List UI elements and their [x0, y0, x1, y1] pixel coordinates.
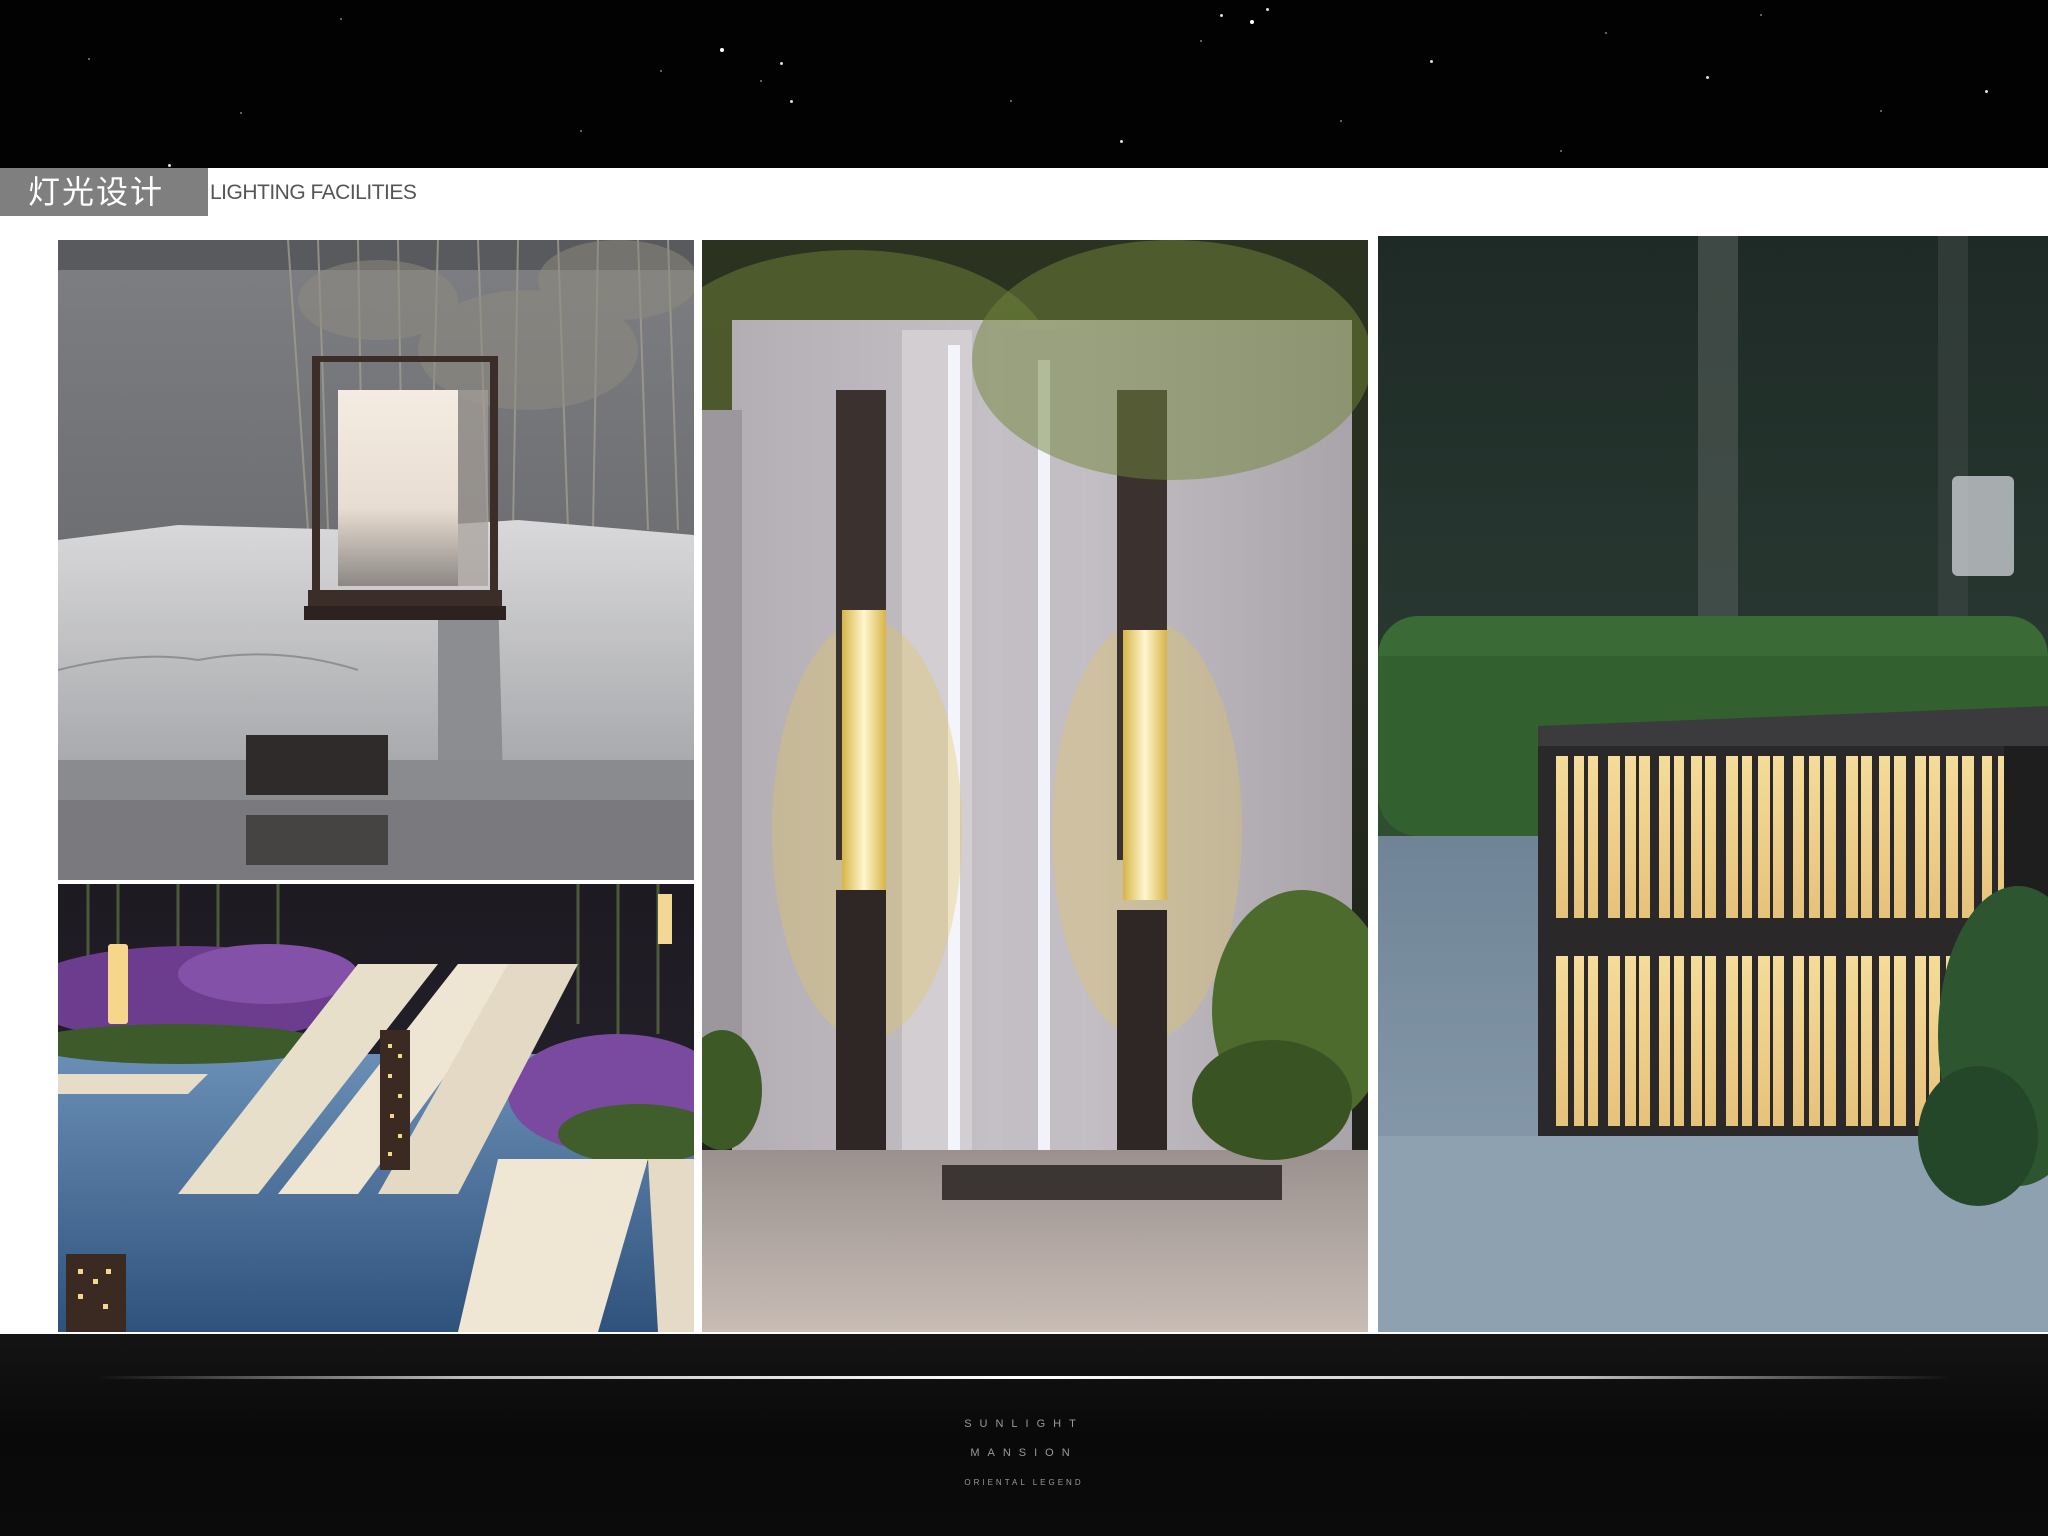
- brand-line-3: ORIENTAL LEGEND: [964, 1478, 1084, 1487]
- photo-box-light: [1378, 236, 2048, 1332]
- photo-stone-lantern: [58, 240, 694, 880]
- footer: [0, 1334, 2048, 1536]
- section-title-en: LIGHTING FACILITIES: [210, 181, 417, 204]
- brand-line-1: SUNLIGHT: [964, 1418, 1084, 1430]
- starry-header: [0, 0, 2048, 168]
- section-title-cn: 灯光设计: [28, 173, 165, 211]
- photo-garden-path: [58, 884, 694, 1332]
- footer-divider: [96, 1376, 1952, 1379]
- photo-wall-pillar-lights: [702, 240, 1368, 1332]
- brand-line-2: MANSION: [970, 1447, 1078, 1459]
